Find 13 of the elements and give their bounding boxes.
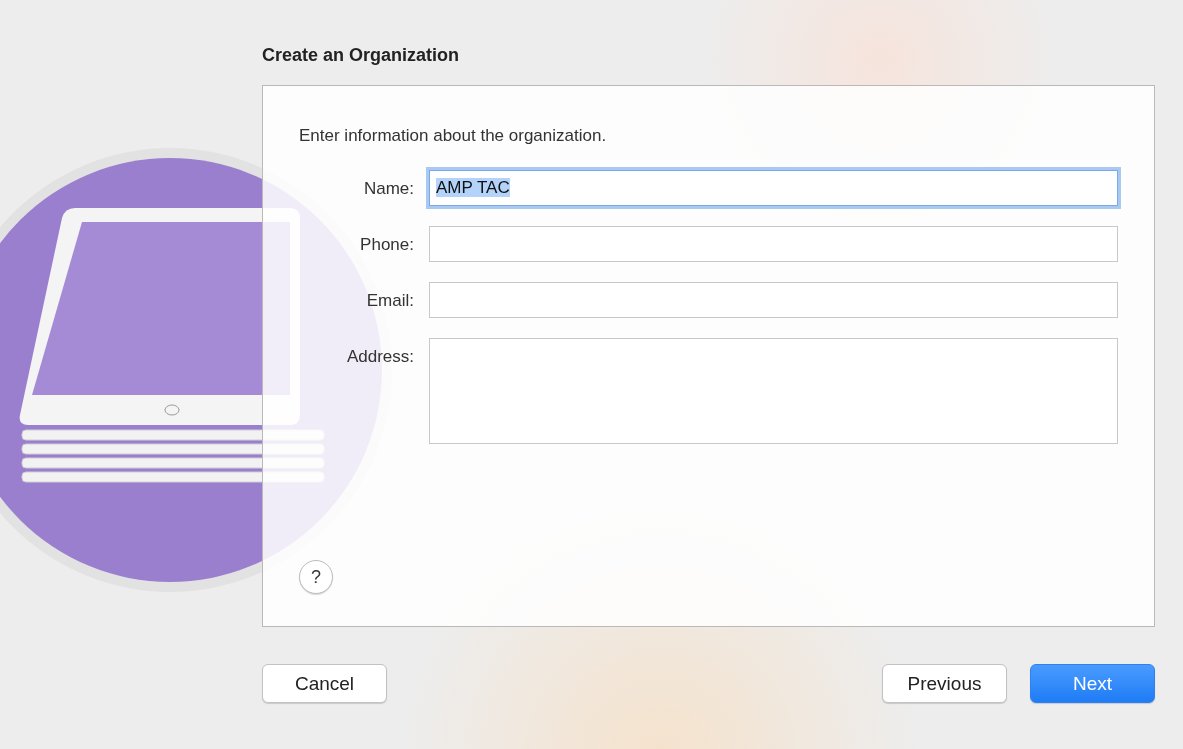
field-label: Email: xyxy=(365,290,414,312)
text-field[interactable] xyxy=(429,226,1118,262)
button[interactable]: Cancel xyxy=(262,664,387,703)
field-label: Phone: xyxy=(359,234,414,256)
text-field[interactable] xyxy=(429,282,1118,318)
button[interactable]: Previous xyxy=(882,664,1007,703)
text-area[interactable] xyxy=(429,338,1118,444)
field-label: Address: xyxy=(345,346,414,368)
instruction-text: Enter information about the organization. xyxy=(299,126,608,146)
dialog-title: Create an Organization xyxy=(262,45,461,66)
text-field[interactable]: AMP TAC xyxy=(429,170,1118,206)
help-button[interactable]: ? xyxy=(299,560,333,594)
field-label: Name: xyxy=(362,178,414,200)
